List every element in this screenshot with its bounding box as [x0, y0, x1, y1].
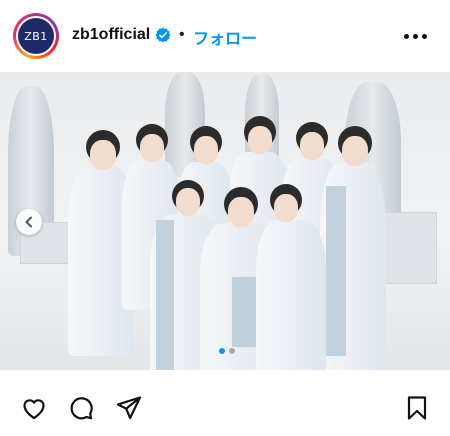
- carousel-dot: [229, 348, 235, 354]
- avatar-border: ZB1: [16, 16, 56, 56]
- verified-badge-icon: [155, 27, 171, 43]
- username-link[interactable]: zb1official: [72, 26, 150, 44]
- comment-icon[interactable]: [67, 394, 95, 422]
- chevron-left-icon: [25, 216, 32, 228]
- post-header: ZB1 zb1official • フォロー: [0, 0, 450, 72]
- avatar[interactable]: ZB1: [13, 13, 59, 59]
- heart-icon[interactable]: [20, 394, 48, 422]
- post-photo[interactable]: [0, 72, 450, 370]
- plinth-right: [380, 212, 437, 284]
- carousel-dot: [219, 348, 225, 354]
- carousel-prev-button[interactable]: [16, 209, 42, 235]
- bookmark-icon[interactable]: [403, 394, 431, 422]
- carousel-indicator: [219, 348, 239, 354]
- send-icon[interactable]: [115, 394, 143, 422]
- separator-dot: •: [179, 26, 185, 43]
- more-options-icon[interactable]: [404, 34, 428, 40]
- follow-button[interactable]: フォロー: [193, 25, 257, 49]
- avatar-logo: ZB1: [18, 18, 54, 54]
